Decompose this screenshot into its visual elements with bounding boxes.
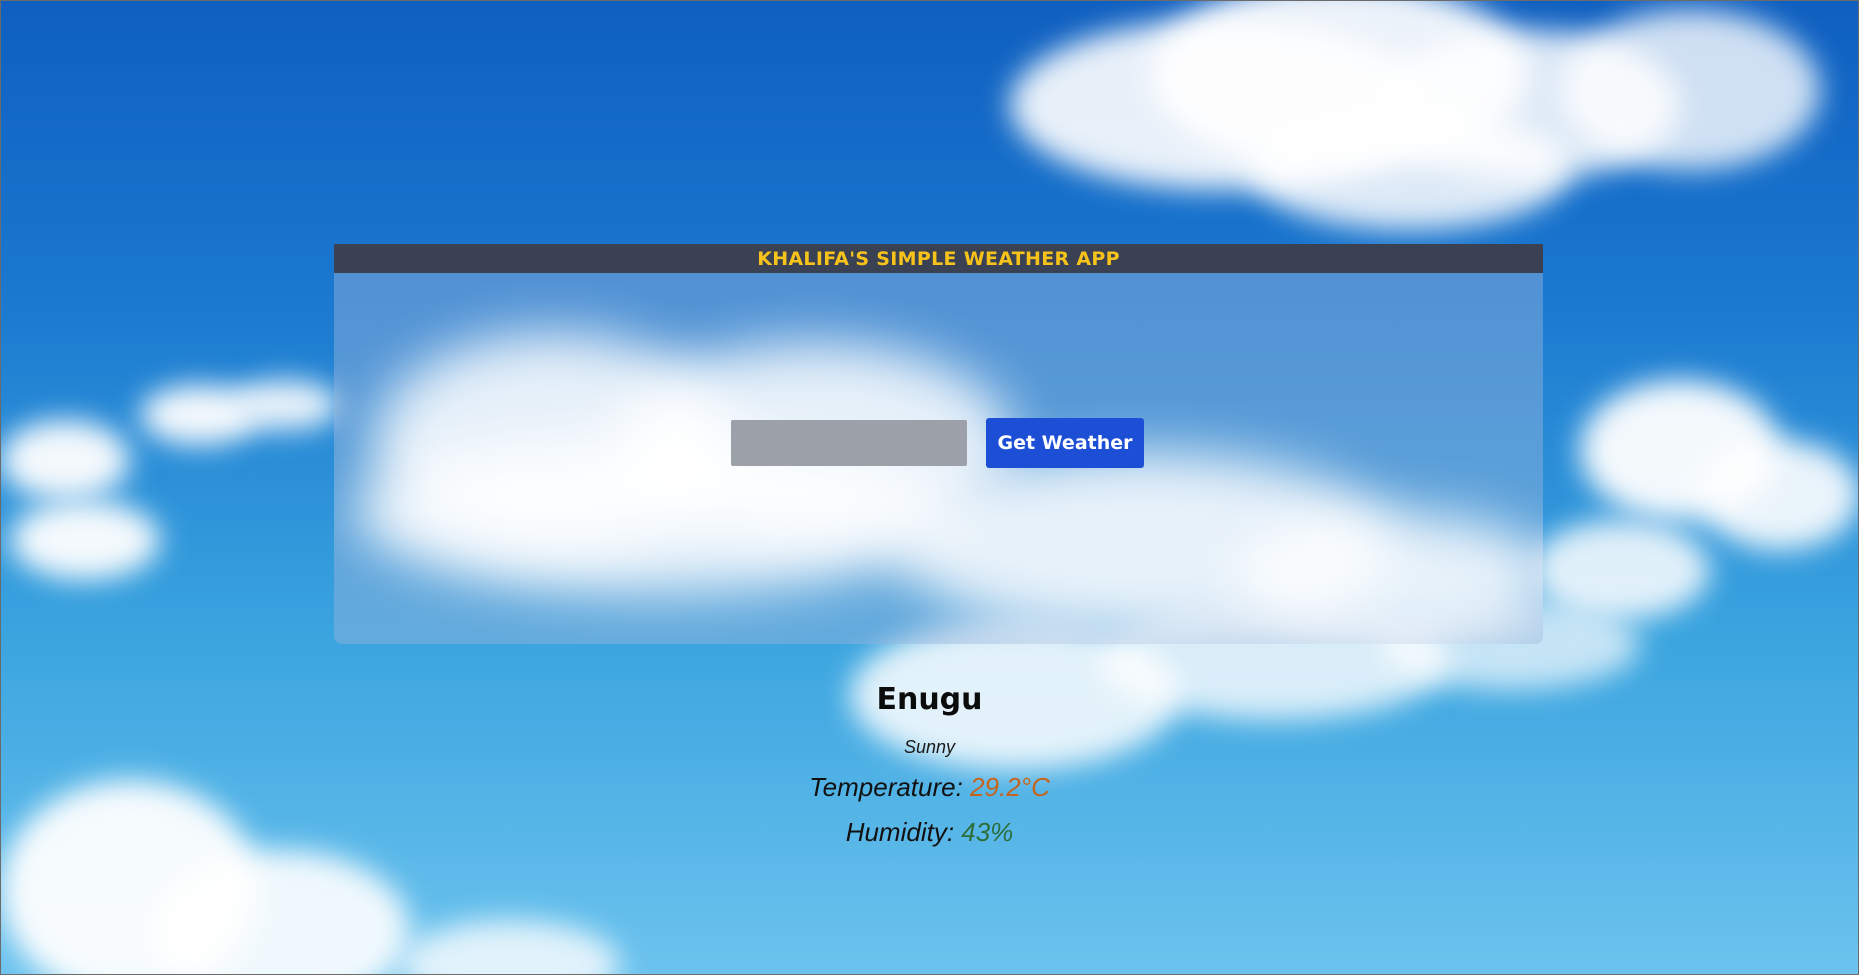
- weather-panel: KHALIFA'S SIMPLE WEATHER APP Get Weather: [334, 244, 1543, 644]
- temperature-row: Temperature: 29.2°C: [0, 772, 1859, 803]
- temperature-value: 29.2°C: [970, 772, 1050, 802]
- temperature-label: Temperature:: [809, 772, 971, 802]
- humidity-label: Humidity:: [845, 817, 962, 847]
- humidity-row: Humidity: 43%: [0, 817, 1859, 848]
- city-name: Enugu: [876, 682, 983, 717]
- humidity-value: 43%: [961, 817, 1014, 847]
- app-header: KHALIFA'S SIMPLE WEATHER APP: [334, 244, 1543, 273]
- app-title: KHALIFA'S SIMPLE WEATHER APP: [757, 247, 1120, 270]
- weather-description: Sunny: [903, 737, 956, 757]
- get-weather-button[interactable]: Get Weather: [986, 418, 1144, 468]
- city-search-input[interactable]: [731, 420, 967, 466]
